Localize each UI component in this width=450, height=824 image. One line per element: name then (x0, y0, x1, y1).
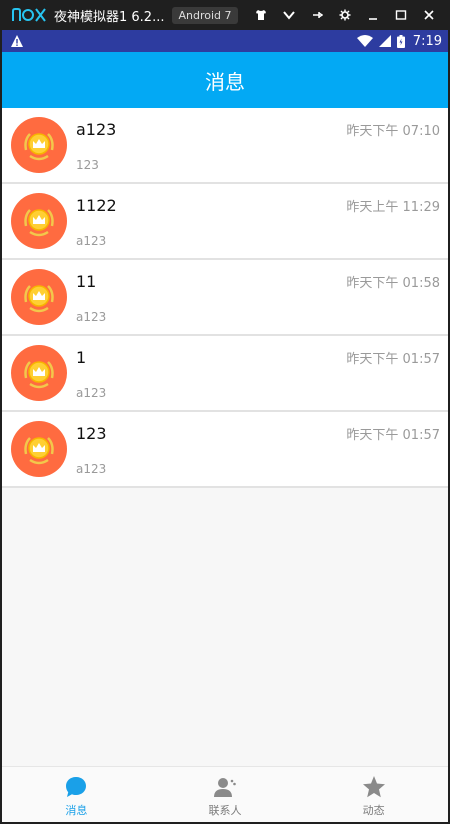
android-version-badge: Android 7 (172, 6, 238, 24)
avatar (11, 421, 67, 477)
signal-icon (378, 35, 391, 47)
maximize-icon[interactable] (388, 0, 414, 30)
crown-medal-icon (24, 437, 54, 465)
contact-name: 123 (76, 424, 107, 443)
avatar (11, 269, 67, 325)
list-item[interactable]: 1 a123 昨天下午 01:57 (2, 336, 448, 412)
shirt-icon[interactable] (248, 0, 274, 30)
crown-medal-icon (24, 209, 54, 237)
tab-label: 动态 (362, 804, 385, 817)
contact-name: a123 (76, 120, 117, 139)
avatar (11, 345, 67, 401)
last-message: 123 (76, 158, 99, 172)
contact-name: 1122 (76, 196, 117, 215)
message-time: 昨天下午 01:57 (346, 352, 440, 367)
avatar (11, 193, 67, 249)
last-message: a123 (76, 386, 107, 400)
list-item[interactable]: 11 a123 昨天下午 01:58 (2, 260, 448, 336)
tab-messages[interactable]: 消息 (2, 767, 151, 822)
warning-icon (11, 35, 23, 47)
emulator-title-bar: 夜神模拟器1 6.2... Android 7 (0, 0, 450, 30)
message-time: 昨天上午 11:29 (346, 200, 440, 215)
close-icon[interactable] (416, 0, 442, 30)
page-title: 消息 (205, 69, 245, 94)
list-item[interactable]: a123 123 昨天下午 07:10 (2, 108, 448, 184)
gear-icon[interactable] (332, 0, 358, 30)
nox-logo-icon (12, 8, 46, 22)
crown-medal-icon (24, 361, 54, 389)
star-icon (362, 776, 385, 798)
minimize-icon[interactable] (360, 0, 386, 30)
avatar (11, 117, 67, 173)
wifi-icon (356, 35, 373, 47)
clock: 7:19 (412, 33, 442, 49)
tab-contacts[interactable]: 联系人 (151, 767, 300, 822)
crown-medal-icon (24, 285, 54, 313)
contacts-icon (214, 778, 236, 797)
bottom-navigation: 消息 联系人 动态 (2, 766, 448, 822)
emulator-toolbar (246, 0, 442, 30)
message-time: 昨天下午 01:58 (346, 276, 440, 291)
chevron-down-icon[interactable] (276, 0, 302, 30)
chat-bubble-icon (66, 777, 87, 797)
tab-label: 联系人 (208, 804, 242, 817)
status-right: 7:19 (356, 30, 442, 52)
emulator-title: 夜神模拟器1 6.2... (54, 9, 165, 25)
status-bar: 7:19 (2, 30, 448, 52)
message-time: 昨天下午 01:57 (346, 428, 440, 443)
last-message: a123 (76, 234, 107, 248)
battery-icon (396, 34, 405, 48)
pin-icon[interactable] (304, 0, 330, 30)
contact-name: 11 (76, 272, 97, 291)
last-message: a123 (76, 310, 107, 324)
tab-moments[interactable]: 动态 (299, 767, 448, 822)
list-item[interactable]: 123 a123 昨天下午 01:57 (2, 412, 448, 488)
android-screen: 7:19 消息 a123 123 昨天下午 07:10 1122 a123 昨天… (2, 30, 448, 822)
app-bar: 消息 (2, 52, 448, 108)
conversation-list: a123 123 昨天下午 07:10 1122 a123 昨天上午 11:29 (2, 108, 448, 488)
contact-name: 1 (76, 348, 87, 367)
message-time: 昨天下午 07:10 (346, 124, 440, 139)
tab-label: 消息 (65, 804, 88, 817)
crown-medal-icon (24, 133, 54, 161)
last-message: a123 (76, 462, 107, 476)
list-item[interactable]: 1122 a123 昨天上午 11:29 (2, 184, 448, 260)
